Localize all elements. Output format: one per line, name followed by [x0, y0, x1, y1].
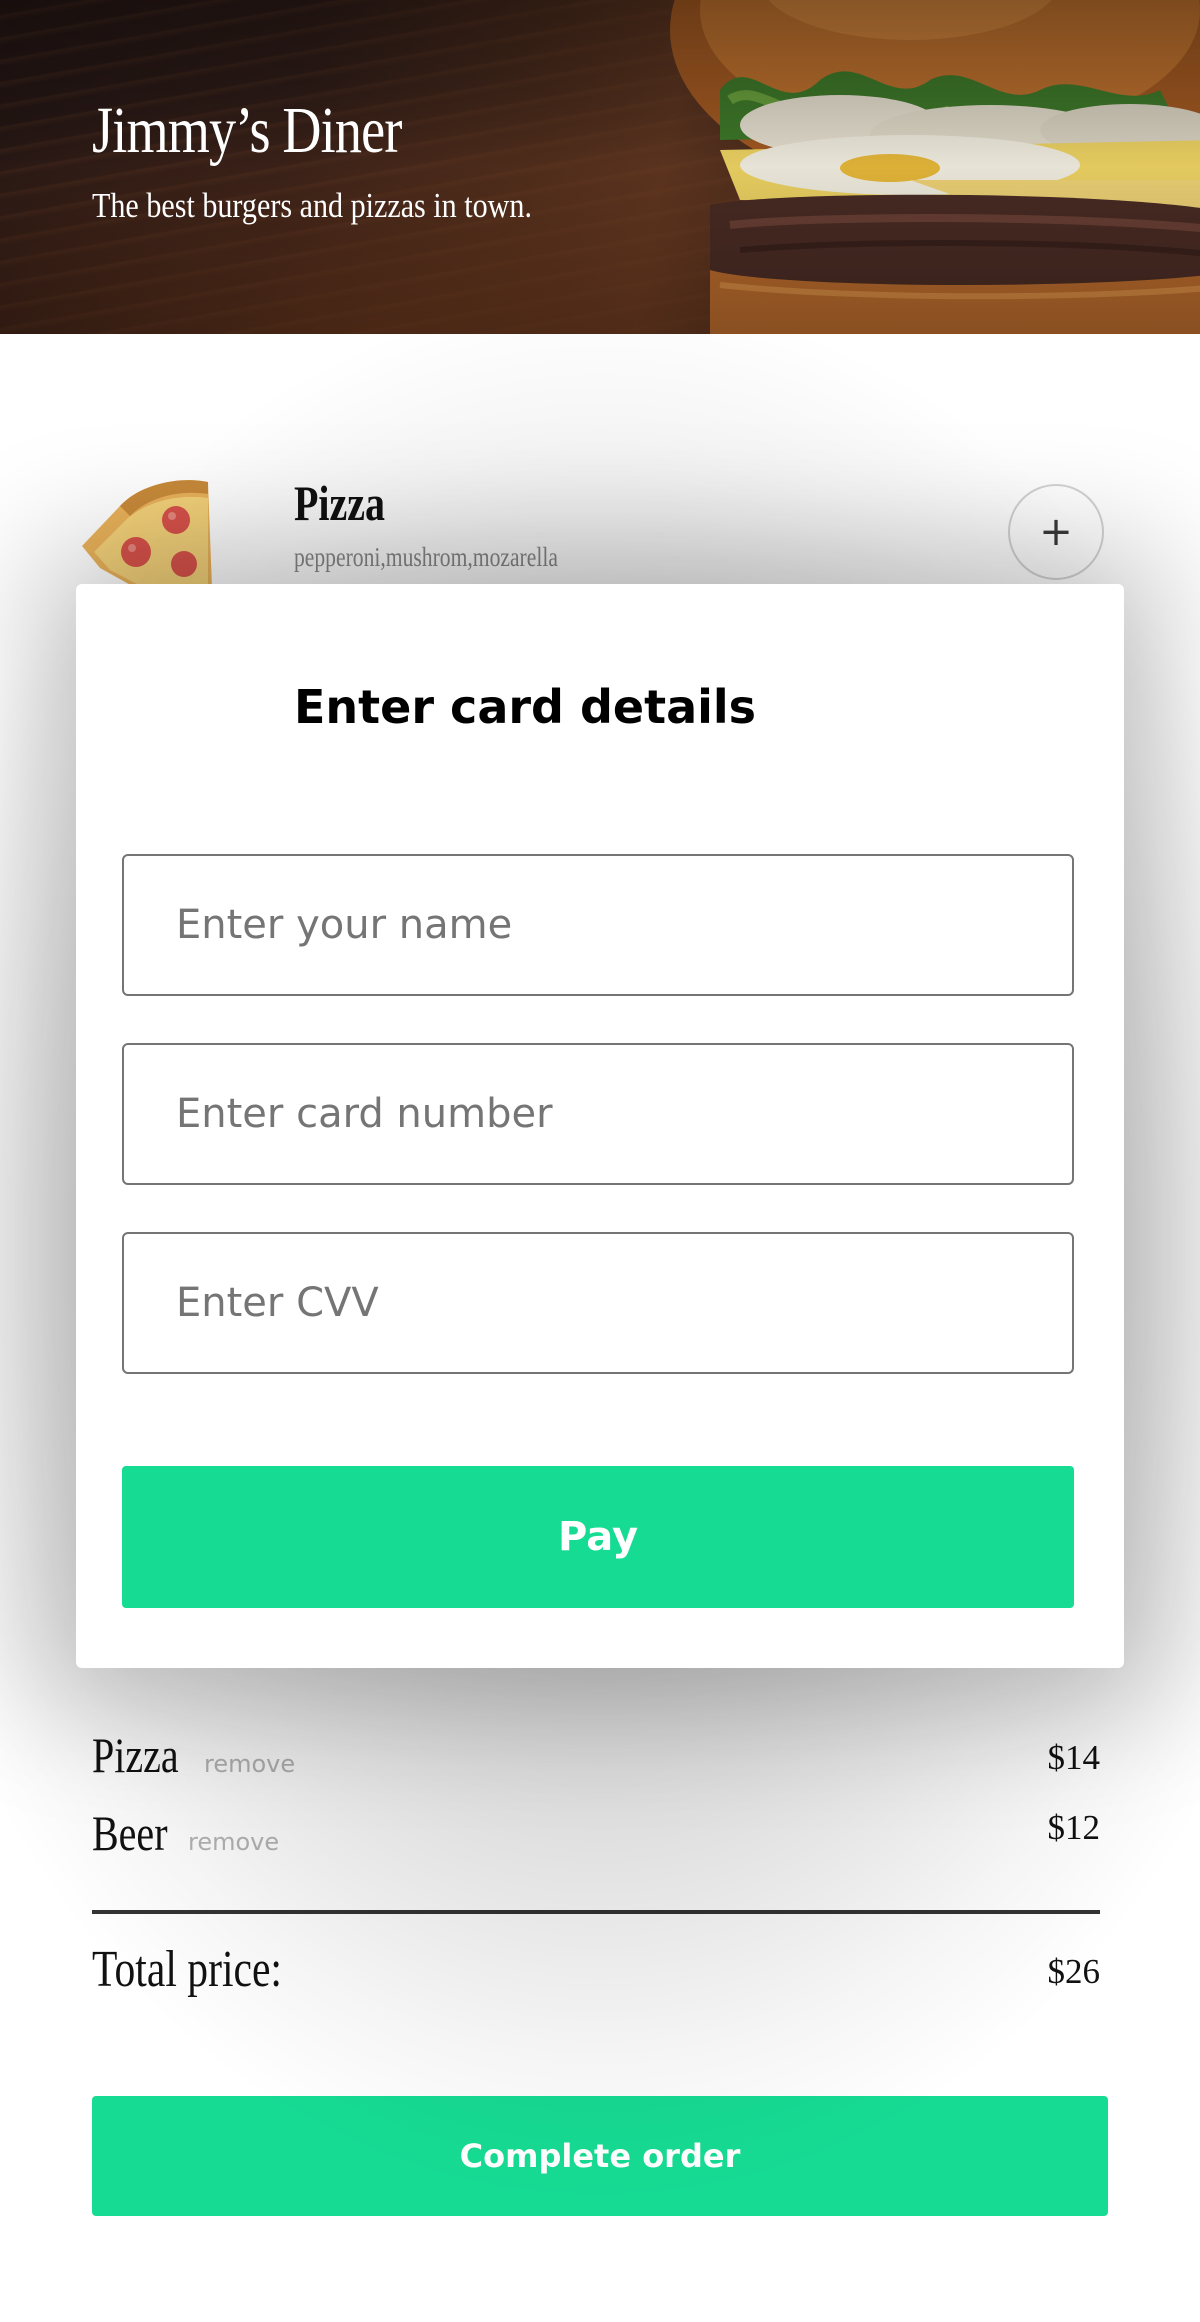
- app-title: Jimmy’s Diner: [92, 94, 402, 167]
- total-label: Total price:: [92, 1941, 282, 1998]
- order-divider: [92, 1910, 1100, 1914]
- name-field[interactable]: [122, 854, 1074, 996]
- menu-item-name: Pizza: [294, 475, 386, 531]
- remove-beer-link[interactable]: remove: [188, 1830, 279, 1854]
- hero-header: Jimmy’s Diner The best burgers and pizza…: [0, 0, 1200, 334]
- card-number-field[interactable]: [122, 1043, 1074, 1185]
- app-subtitle: The best burgers and pizzas in town.: [92, 186, 532, 225]
- order-row-beer: Beer remove $12: [92, 1808, 1100, 1868]
- card-details-modal: Enter card details Pay: [76, 584, 1124, 1668]
- modal-title: Enter card details: [294, 680, 757, 734]
- menu-item-description: pepperoni,mushrom,mozarella: [294, 542, 558, 572]
- total-row: Total price: $26: [92, 1944, 1100, 2004]
- order-row-pizza: Pizza remove $14: [92, 1730, 1100, 1790]
- total-value: $26: [1047, 1952, 1101, 1991]
- order-item-price: $12: [1047, 1808, 1101, 1847]
- add-item-button[interactable]: +: [1008, 484, 1104, 580]
- order-item-name: Pizza: [92, 1727, 179, 1783]
- order-item-price: $14: [1047, 1738, 1101, 1777]
- cvv-field[interactable]: [122, 1232, 1074, 1374]
- pay-button[interactable]: Pay: [122, 1466, 1074, 1608]
- order-item-name: Beer: [92, 1805, 168, 1861]
- complete-order-button[interactable]: Complete order: [92, 2096, 1108, 2216]
- remove-pizza-link[interactable]: remove: [204, 1752, 295, 1776]
- pizza-icon: [82, 480, 212, 596]
- header-shade: [0, 0, 1200, 334]
